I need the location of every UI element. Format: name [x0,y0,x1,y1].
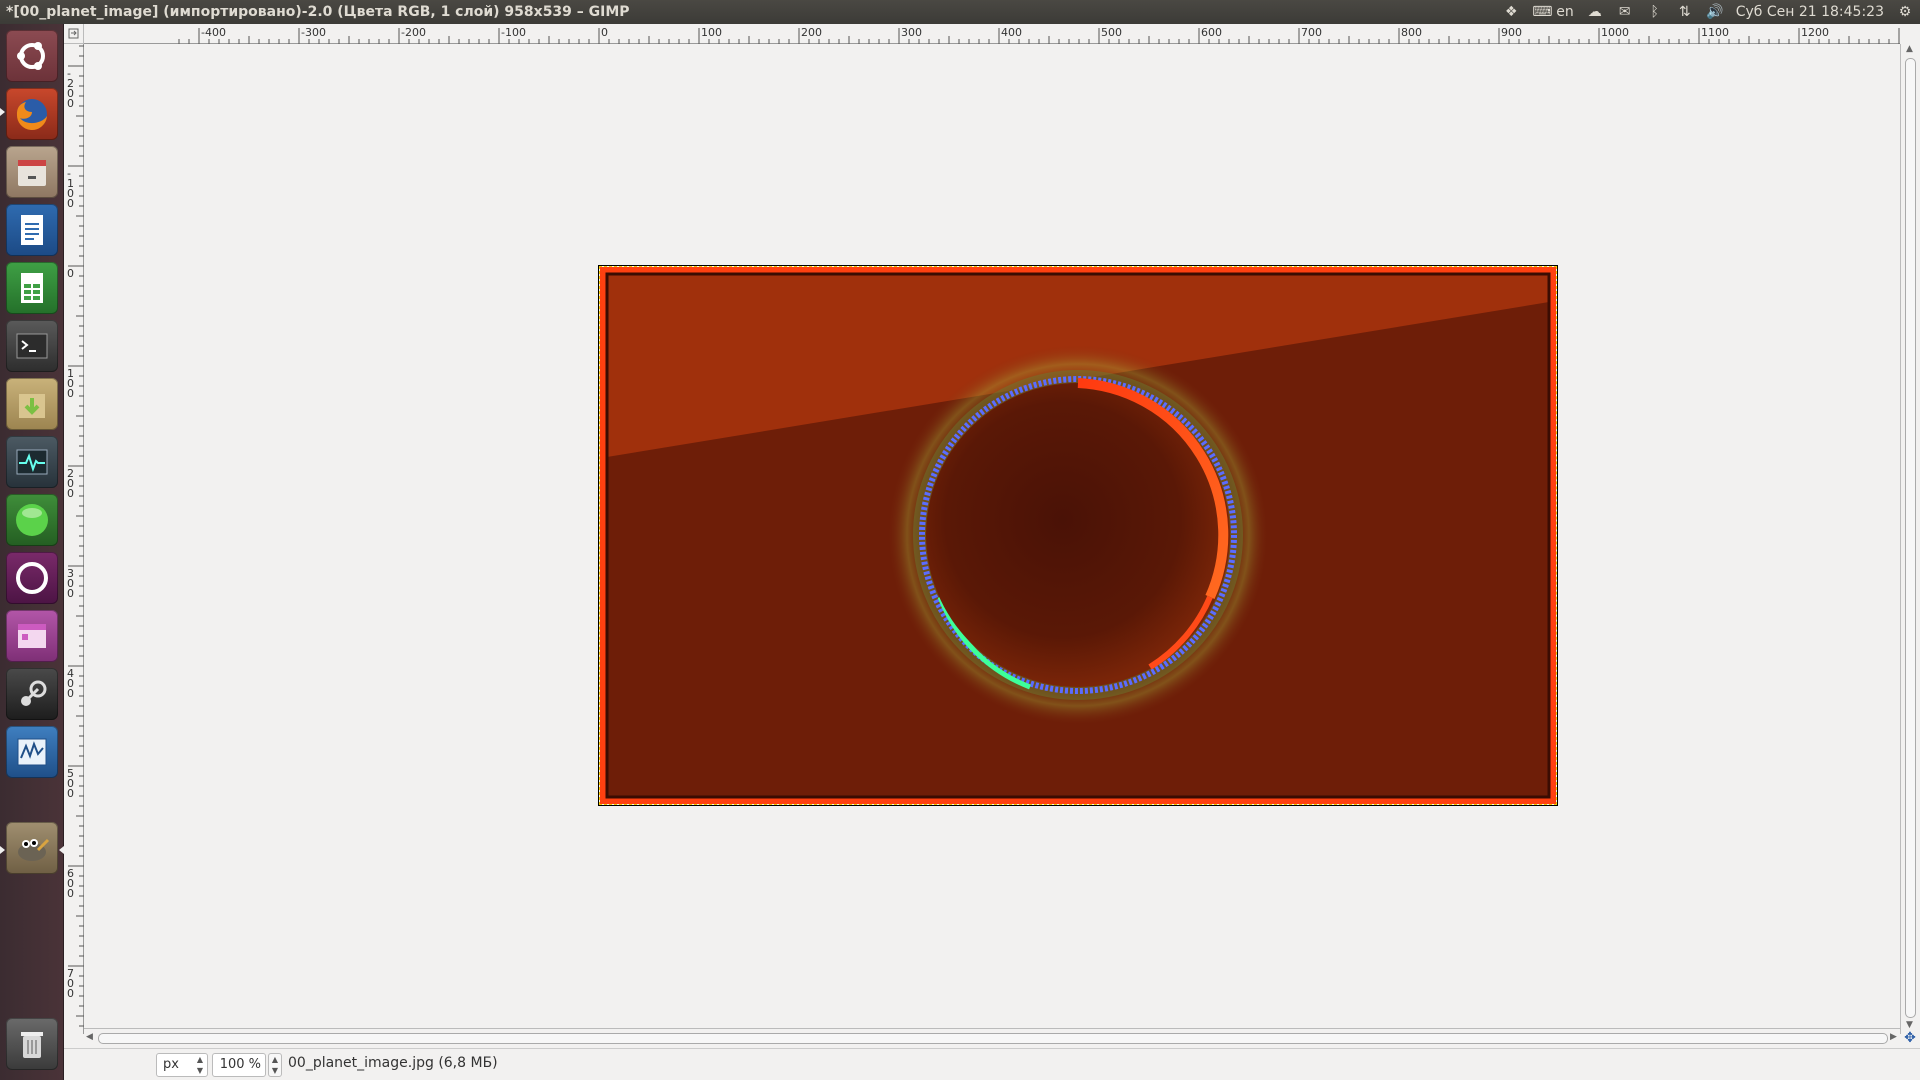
cloud-icon[interactable]: ☁ [1586,4,1604,20]
vertical-ruler[interactable]: -200-1000100200300400500600700 [64,44,84,1034]
v-ruler-label: 0 [67,197,74,210]
launcher-firefox[interactable] [6,88,58,140]
keyboard-layout[interactable]: ⌨ en [1532,4,1574,20]
steam-icon [21,680,47,706]
launcher-terminal[interactable] [6,320,58,372]
unit-selector[interactable]: px ▲ ▼ [156,1053,208,1077]
unit-value: px [163,1057,179,1072]
file-info-label: 00_planet_image.jpg (6,8 МБ) [288,1055,498,1071]
v-ruler-label: 0 [67,267,74,280]
spreadsheet-calc-icon [21,273,43,303]
horizontal-ruler[interactable]: -400 -300 -200 -100 0 100 200 300 400 500 600 700 80… [84,24,1900,44]
status-bar: px ▲ ▼ 100 % ▲ ▼ 00_planet_image.jpg (6,8 … [64,1048,1920,1080]
launcher-circle-app[interactable] [6,552,58,604]
image-canvas[interactable] [85,45,1900,1034]
system-tray: ❖ ⌨ en ☁ ✉ ᛒ ⇅ 🔊 Суб Сен 21 18:45:23 ⚙ [1502,0,1914,24]
zoom-input[interactable]: 100 % [212,1053,266,1077]
bluetooth-icon[interactable]: ᛒ [1646,4,1664,20]
top-panel: *[00_planet_image] (импортировано)-2.0 (… [0,0,1920,24]
trash-icon [21,1032,43,1058]
h-ruler-label: 600 [1201,26,1222,39]
v-ruler-label: 0 [67,987,74,1000]
h-ruler-label: -100 [501,26,526,39]
green-orb-icon [16,504,48,536]
navigate-image-icon[interactable]: ✥ [1900,1028,1920,1048]
h-ruler-label: 1000 [1601,26,1629,39]
horizontal-scroll-thumb[interactable] [98,1033,1888,1044]
v-ruler-label: 0 [67,887,74,900]
window-title: *[00_planet_image] (импортировано)-2.0 (… [6,4,630,20]
zoom-spinner-icon[interactable]: ▲ ▼ [268,1053,282,1077]
scroll-up-arrow-icon[interactable]: ▲ [1906,44,1913,54]
waveform-monitor-icon [17,738,47,766]
h-ruler-label: -400 [201,26,226,39]
v-ruler-label: 0 [67,487,74,500]
scroll-left-arrow-icon[interactable]: ◀ [86,1032,93,1042]
launcher-archive[interactable] [6,378,58,430]
keyboard-icon: ⌨ [1532,4,1553,20]
archive-download-icon [19,394,45,418]
h-ruler-label: -200 [401,26,426,39]
launcher-writer[interactable] [6,204,58,256]
keyboard-layout-label: en [1556,4,1574,20]
h-ruler-label: 700 [1301,26,1322,39]
mail-icon[interactable]: ✉ [1616,4,1634,20]
launcher-pink-app[interactable] [6,610,58,662]
launcher-system-monitor[interactable] [6,436,58,488]
h-ruler-label: 1200 [1801,26,1829,39]
h-ruler-label: 100 [701,26,722,39]
ruler-corner[interactable] [64,24,84,44]
h-ruler-label: -300 [301,26,326,39]
h-ruler-label: 200 [801,26,822,39]
dropbox-icon[interactable]: ❖ [1502,4,1520,20]
vertical-scrollbar[interactable]: ▲ ▼ [1900,44,1920,1034]
v-ruler-label: 0 [67,387,74,400]
h-ruler-label: 500 [1101,26,1122,39]
h-ruler-label: 400 [1001,26,1022,39]
unity-launcher [0,24,64,1080]
terminal-icon [16,333,48,359]
h-ruler-label: 1100 [1701,26,1729,39]
h-ruler-label: 0 [601,26,608,39]
v-ruler-label: 0 [67,97,74,110]
pink-window-icon [18,624,46,648]
launcher-calc[interactable] [6,262,58,314]
v-ruler-label: 0 [67,687,74,700]
h-ruler-label: 900 [1501,26,1522,39]
launcher-steam[interactable] [6,668,58,720]
clock[interactable]: Суб Сен 21 18:45:23 [1736,4,1884,20]
unit-dropdown-arrow-icon: ▲ ▼ [196,1055,203,1075]
firefox-icon [16,99,47,131]
launcher-files[interactable] [6,146,58,198]
image-layer-boundary[interactable] [599,266,1557,805]
launcher-gimp[interactable] [6,822,58,874]
launcher-dash[interactable] [6,30,58,82]
settings-gear-icon[interactable]: ⚙ [1896,4,1914,20]
vertical-scroll-thumb[interactable] [1905,58,1916,1018]
network-icon[interactable]: ⇅ [1676,4,1694,20]
ubuntu-logo-icon [17,42,45,70]
document-writer-icon [21,215,43,245]
gimp-wilber-icon [18,838,50,861]
launcher-monitor-app[interactable] [6,726,58,778]
volume-icon[interactable]: 🔊 [1706,4,1724,20]
launcher-trash[interactable] [6,1018,58,1070]
h-ruler-label: 300 [901,26,922,39]
planet-eclipse-image [600,267,1556,804]
file-cabinet-icon [18,160,46,186]
horizontal-scrollbar[interactable]: ◀ ▶ [84,1028,1900,1048]
launcher-green-app[interactable] [6,494,58,546]
quick-mask-arrow-icon [68,28,79,39]
circle-app-icon [16,562,48,594]
v-ruler-label: 0 [67,587,74,600]
v-ruler-label: 0 [67,787,74,800]
h-ruler-label: 800 [1401,26,1422,39]
system-monitor-icon [16,449,48,475]
scroll-right-arrow-icon[interactable]: ▶ [1890,1032,1897,1042]
